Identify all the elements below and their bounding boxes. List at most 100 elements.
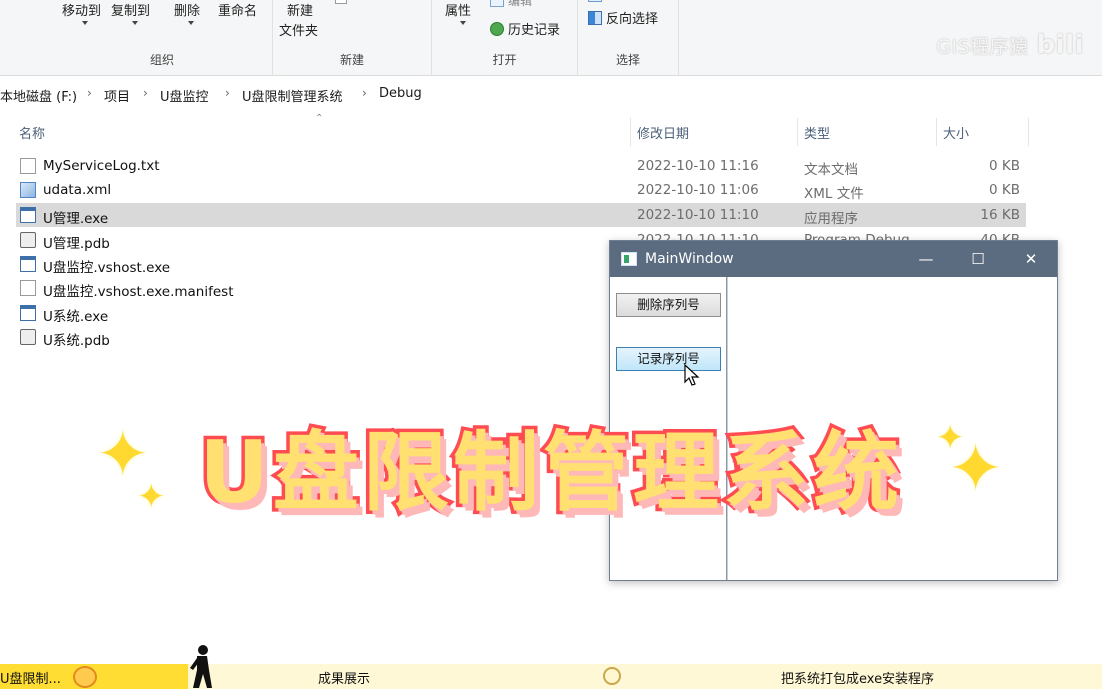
overlay-title-text: U盘限制管理系统 — [196, 420, 903, 527]
ribbon-group-select: 反向选择 选择 — [578, 0, 679, 76]
file-modified: 2022-10-10 11:10 — [637, 207, 759, 223]
manifest-file-icon — [20, 280, 36, 296]
exe-file-icon — [20, 207, 36, 223]
delete-caret-icon — [186, 15, 194, 30]
sparkle-icon: ✦ — [137, 477, 166, 517]
file-name: U管理.pdb — [43, 236, 110, 252]
invert-selection-button[interactable]: 反向选择 — [588, 8, 658, 27]
chapter-current-label: U盘限制... — [0, 672, 61, 687]
breadcrumb-separator-icon[interactable]: › — [143, 86, 148, 100]
breadcrumb-separator-icon[interactable]: › — [362, 86, 367, 100]
new-item-icon[interactable] — [335, 0, 347, 4]
address-bar[interactable]: 本地磁盘 (F:) › 项目 › U盘监控 › U盘限制管理系统 › Debug — [0, 77, 1102, 109]
file-modified: 2022-10-10 11:06 — [637, 182, 759, 198]
history-label: 历史记录 — [508, 23, 561, 38]
sparkle-icon: ✦ — [948, 430, 1004, 507]
breadcrumb-drive[interactable]: 本地磁盘 (F:) — [0, 86, 77, 105]
file-row-selected[interactable]: U管理.exe 2022-10-10 11:10 应用程序 16 KB — [16, 203, 1026, 227]
xml-file-icon — [20, 182, 36, 198]
maximize-icon[interactable]: ☐ — [966, 247, 990, 271]
new-folder-label-2: 文件夹 — [279, 24, 319, 39]
ribbon-group-new: 新建 文件夹 新建 — [273, 0, 432, 76]
pdb-file-icon — [20, 232, 36, 248]
file-name: U系统.pdb — [43, 333, 110, 349]
file-type: XML 文件 — [804, 186, 864, 202]
edit-button[interactable]: 编辑 — [490, 0, 532, 9]
close-icon[interactable]: ✕ — [1019, 247, 1043, 271]
app-icon — [621, 252, 637, 266]
pdb-file-icon — [20, 329, 36, 345]
file-row[interactable]: udata.xml 2022-10-10 11:06 XML 文件 0 KB — [16, 178, 1026, 202]
file-size: 16 KB — [980, 207, 1020, 223]
minimize-icon[interactable]: — — [914, 247, 938, 271]
rename-button[interactable]: 重命名 — [218, 0, 257, 19]
file-size: 0 KB — [989, 182, 1020, 198]
main-window[interactable]: MainWindow — ☐ ✕ 删除序列号 记录序列号 — [609, 240, 1058, 581]
file-row[interactable]: MyServiceLog.txt 2022-10-10 11:16 文本文档 0… — [16, 154, 1026, 178]
exe-file-icon — [20, 256, 36, 272]
ribbon-group-organize: 移动到 复制到 删除 重命名 组织 — [52, 0, 273, 76]
breadcrumb-project[interactable]: 项目 — [104, 86, 130, 105]
column-header-name[interactable]: 名称 — [19, 123, 45, 151]
breadcrumb-separator-icon[interactable]: › — [87, 86, 92, 100]
column-header-modified[interactable]: 修改日期 — [637, 123, 689, 151]
new-folder-button[interactable]: 新建 — [287, 0, 313, 19]
watermark-text: GIS程序猿 — [936, 36, 1029, 58]
history-icon — [490, 22, 504, 36]
ribbon-group-caption-select: 选择 — [615, 53, 640, 67]
file-name: U系统.exe — [43, 309, 109, 325]
column-header-size[interactable]: 大小 — [943, 123, 969, 151]
copy-to-caret-icon — [130, 15, 138, 30]
file-type: 应用程序 — [804, 211, 858, 227]
main-window-titlebar[interactable]: MainWindow — ☐ ✕ — [610, 241, 1057, 277]
ribbon-group-caption-organize: 组织 — [149, 53, 174, 67]
file-name: U管理.exe — [43, 211, 109, 227]
column-divider[interactable] — [1028, 118, 1029, 146]
file-name: MyServiceLog.txt — [43, 158, 160, 174]
column-divider[interactable] — [630, 118, 631, 146]
record-serial-button[interactable]: 记录序列号 — [616, 347, 721, 371]
file-name: U盘监控.vshost.exe — [43, 260, 171, 276]
file-size: 0 KB — [989, 158, 1020, 174]
runner-icon — [190, 645, 212, 688]
new-folder-label-1: 新建 — [287, 4, 314, 19]
file-type: 文本文档 — [804, 162, 858, 178]
text-file-icon — [20, 158, 36, 174]
chapter-results[interactable]: 成果展示 — [318, 668, 370, 687]
sort-ascending-icon: ⌃ — [315, 113, 324, 124]
chapter-current[interactable]: U盘限制... — [0, 664, 188, 689]
file-name: U盘监控.vshost.exe.manifest — [43, 284, 234, 300]
invert-selection-icon — [588, 11, 602, 25]
breadcrumb-usb-monitor[interactable]: U盘监控 — [160, 86, 209, 105]
new-folder-button-line2[interactable]: 文件夹 — [279, 20, 318, 39]
watermark: GIS程序猿 bili — [936, 30, 1084, 60]
ribbon-group-open: 属性 编辑 历史记录 打开 — [432, 0, 578, 76]
exe-file-icon — [20, 305, 36, 321]
breadcrumb-separator-icon[interactable]: › — [225, 86, 230, 100]
mouse-cursor-icon — [684, 364, 700, 386]
coin-icon — [73, 666, 97, 688]
progress-marker-icon[interactable] — [603, 667, 621, 685]
delete-serial-button[interactable]: 删除序列号 — [616, 293, 721, 317]
column-divider[interactable] — [797, 118, 798, 146]
main-window-title: MainWindow — [645, 251, 734, 267]
edit-label: 编辑 — [508, 0, 533, 8]
file-modified: 2022-10-10 11:16 — [637, 158, 759, 174]
file-name: udata.xml — [43, 182, 112, 198]
breadcrumb-debug[interactable]: Debug — [379, 86, 422, 101]
column-divider[interactable] — [936, 118, 937, 146]
column-header-type[interactable]: 类型 — [804, 123, 830, 151]
properties-caret-icon — [458, 15, 466, 30]
edit-icon — [490, 0, 504, 7]
history-button[interactable]: 历史记录 — [490, 19, 560, 38]
ribbon-group-caption-new: 新建 — [339, 53, 364, 67]
rename-label: 重命名 — [218, 4, 258, 19]
ribbon-toolbar: 移动到 复制到 删除 重命名 组织 新建 文件夹 新建 属性 编辑 历史记录 打… — [0, 0, 1102, 76]
chapter-package-exe[interactable]: 把系统打包成exe安装程序 — [781, 668, 934, 687]
select-icon[interactable] — [588, 0, 602, 2]
delete-serial-label: 删除序列号 — [637, 297, 700, 312]
ribbon-group-caption-open: 打开 — [492, 53, 517, 67]
watermark-brand: bili — [1036, 30, 1084, 60]
breadcrumb-system[interactable]: U盘限制管理系统 — [242, 86, 343, 105]
chapter-bar: U盘限制... 成果展示 把系统打包成exe安装程序 — [0, 645, 1102, 689]
